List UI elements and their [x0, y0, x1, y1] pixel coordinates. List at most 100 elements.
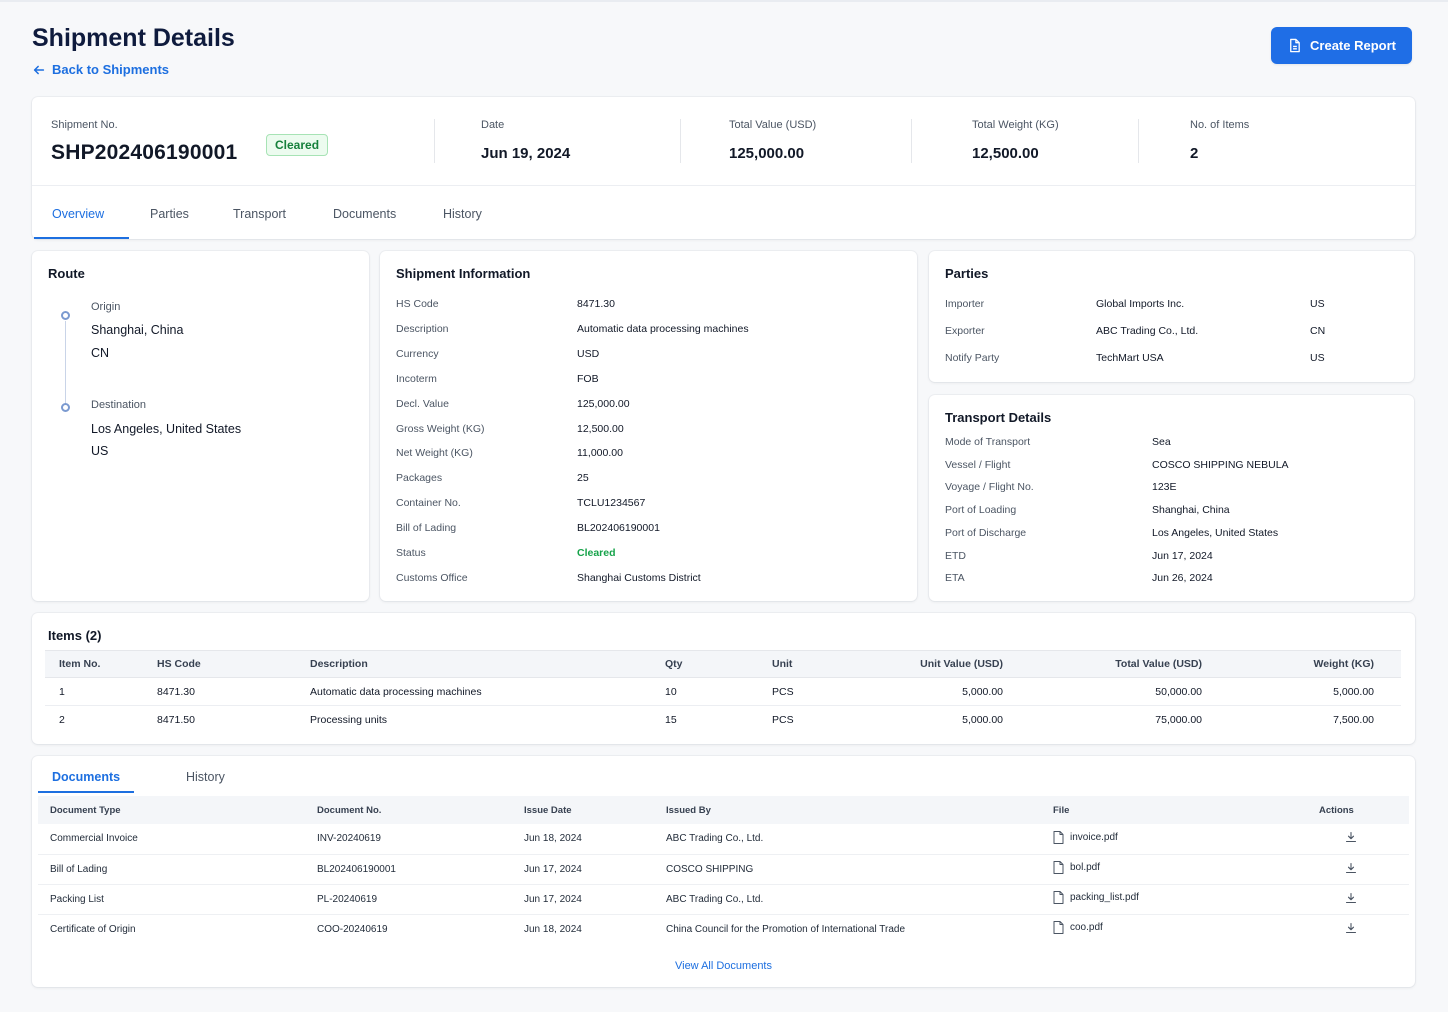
table-row[interactable]: Packing List PL-20240619 Jun 17, 2024 ABC T…	[38, 884, 1409, 915]
col-description: Description	[310, 650, 665, 678]
tab-documents[interactable]: Documents	[333, 207, 396, 221]
shipment-info-card: Shipment Information HS Code 8471.30 Descr…	[380, 251, 917, 601]
transport-value: 123E	[1152, 481, 1177, 494]
document-type: Certificate of Origin	[50, 923, 136, 935]
items-count-stat: No. of Items 2	[1190, 119, 1249, 162]
shipment-no-label: Shipment No.	[51, 119, 118, 131]
origin-country: CN	[91, 346, 110, 360]
total-weight: 12,500.00	[972, 145, 1039, 162]
issued-by: COSCO SHIPPING	[666, 854, 1053, 885]
file-icon	[1053, 830, 1064, 844]
party-role: Exporter	[945, 325, 985, 337]
items-table: Item No. HS Code Description Qty Unit Un…	[45, 650, 1401, 734]
info-label: Packages	[396, 472, 443, 485]
download-icon[interactable]	[1345, 831, 1357, 843]
item-unit: PCS	[772, 713, 794, 726]
file-link[interactable]: invoice.pdf	[1053, 830, 1118, 844]
transport-value: Jun 26, 2024	[1152, 572, 1213, 585]
col-item-no: Item No.	[45, 650, 157, 678]
download-icon[interactable]	[1345, 862, 1357, 874]
file-cell: invoice.pdf	[1053, 824, 1319, 855]
table-row[interactable]: Certificate of Origin COO-20240619 Jun 18,…	[38, 914, 1409, 944]
info-label: Description	[396, 322, 449, 335]
view-all-documents-link[interactable]: View All Documents	[32, 960, 1415, 972]
info-value: 11,000.00	[577, 447, 623, 460]
create-report-label: Create Report	[1310, 38, 1396, 53]
file-icon	[1053, 921, 1064, 935]
status-badge: Cleared	[266, 134, 329, 156]
transport-label: ETA	[945, 572, 965, 585]
tab-documents-sub[interactable]: Documents	[52, 770, 120, 784]
file-link[interactable]: bol.pdf	[1053, 861, 1100, 874]
tab-history[interactable]: History	[443, 207, 482, 221]
divider	[1138, 119, 1139, 163]
transport-value: COSCO SHIPPING NEBULA	[1152, 458, 1289, 471]
info-value: Shanghai Customs District	[577, 571, 701, 584]
info-label: Currency	[396, 347, 439, 360]
destination-city: Los Angeles, United States	[91, 422, 242, 436]
destination-country: US	[91, 444, 109, 458]
parties-card: Parties Importer Global Imports Inc. US Exp…	[929, 251, 1414, 382]
tab-transport[interactable]: Transport	[233, 207, 286, 221]
info-value: 8471.30	[577, 298, 615, 310]
download-icon[interactable]	[1345, 892, 1357, 904]
tab-history-sub[interactable]: History	[186, 770, 225, 784]
table-row[interactable]: Bill of Lading BL202406190001 Jun 17, 2024…	[38, 854, 1409, 885]
issued-by: ABC Trading Co., Ltd.	[666, 824, 1053, 855]
items-card: Items (2) Item No. HS Code Description Q…	[32, 613, 1415, 744]
col-qty: Qty	[665, 650, 772, 678]
transport-label: Mode of Transport	[945, 436, 1031, 448]
shipment-no-stat: Shipment No. SHP202406190001	[51, 119, 237, 165]
shipment-info-title: Shipment Information	[396, 266, 531, 281]
document-no: PL-20240619	[317, 884, 524, 915]
documents-table: Document Type Document No. Issue Date Is…	[38, 796, 1409, 944]
transport-label: Port of Discharge	[945, 526, 1027, 539]
file-name: bol.pdf	[1070, 862, 1101, 873]
route-line	[65, 321, 66, 407]
col-weight: Weight (KG)	[1202, 650, 1401, 678]
info-label: HS Code	[396, 298, 439, 310]
issue-date: Jun 17, 2024	[524, 884, 666, 915]
divider	[434, 119, 435, 163]
col-file: File	[1053, 796, 1319, 824]
item-unit: PCS	[772, 677, 859, 706]
total-value-stat: Total Value (USD) 125,000.00	[729, 119, 816, 162]
download-icon[interactable]	[1345, 922, 1357, 934]
info-value: USD	[577, 347, 600, 360]
table-row[interactable]: 1 8471.30 Automatic data processing mach…	[45, 677, 1401, 706]
destination-marker-icon	[61, 403, 70, 412]
route-title: Route	[48, 266, 85, 281]
file-cell: bol.pdf	[1053, 854, 1319, 885]
actions-cell	[1319, 854, 1409, 885]
tab-overview[interactable]: Overview	[52, 207, 104, 221]
status-value: Cleared	[577, 547, 616, 559]
table-row[interactable]: 2 8471.50 Processing units 15 PCS 5,000.…	[45, 706, 1401, 734]
documents-header-row: Document Type Document No. Issue Date Is…	[38, 796, 1409, 824]
info-value: 125,000.00	[577, 397, 630, 410]
tab-parties[interactable]: Parties	[150, 207, 189, 221]
back-link[interactable]: Back to Shipments	[32, 62, 169, 77]
file-link[interactable]: coo.pdf	[1053, 921, 1103, 935]
actions-cell	[1319, 884, 1409, 915]
transport-value: Shanghai, China	[1152, 504, 1230, 517]
item-qty: 15	[665, 713, 677, 726]
info-value: 25	[577, 472, 589, 485]
document-type: Packing List	[38, 884, 317, 915]
transport-label: Voyage / Flight No.	[945, 481, 1034, 494]
col-hs-code: HS Code	[157, 650, 310, 678]
info-value: BL202406190001	[577, 522, 660, 535]
file-icon	[1053, 861, 1064, 874]
party-role: Notify Party	[945, 352, 1000, 364]
create-report-button[interactable]: Create Report	[1271, 27, 1412, 64]
col-document-type: Document Type	[38, 796, 317, 824]
info-label: Incoterm	[396, 372, 437, 385]
items-header-row: Item No. HS Code Description Qty Unit Un…	[45, 650, 1401, 678]
items-count: 2	[1190, 145, 1199, 162]
total-weight-stat: Total Weight (KG) 12,500.00	[972, 119, 1059, 162]
date-stat: Date Jun 19, 2024	[481, 119, 570, 162]
info-label: Bill of Lading	[396, 522, 457, 535]
page-title: Shipment Details	[32, 24, 235, 52]
destination-label: Destination	[91, 399, 147, 411]
file-link[interactable]: packing_list.pdf	[1053, 891, 1139, 904]
table-row[interactable]: Commercial Invoice INV-20240619 Jun 18, 20…	[38, 824, 1409, 855]
